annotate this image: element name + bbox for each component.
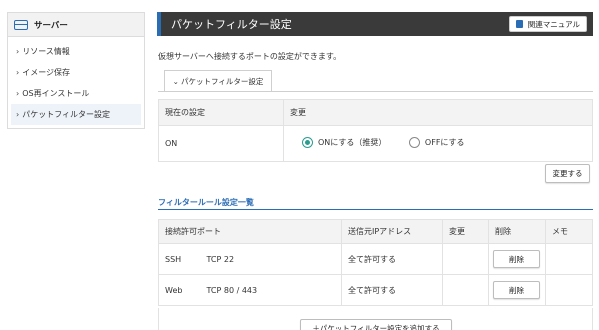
rule-memo: [545, 243, 593, 275]
radio-on-label: ONにする（推奨）: [318, 138, 387, 147]
rule-delete-cell: 削除: [488, 243, 546, 275]
add-filter-button[interactable]: ＋パケットフィルター設定を追加する: [300, 319, 452, 330]
chevron-right-icon: ›: [16, 47, 20, 56]
rules-table: 接続許可ポート 送信元IPアドレス 変更 削除 メモ SSH TCP 22 全て…: [158, 219, 593, 306]
sidebar-item-label: イメージ保存: [22, 68, 71, 77]
rule-edit-cell: [442, 274, 489, 306]
tab-divider: [158, 91, 593, 92]
manual-button-label: 関連マニュアル: [527, 19, 580, 29]
sidebar-header: サーバー: [8, 13, 144, 37]
sidebar: サーバー › リソース情報 › イメージ保存 › OS再インストール › パケッ…: [7, 12, 145, 129]
radio-off-label: OFFにする: [424, 138, 465, 147]
header-delete: 削除: [488, 219, 546, 244]
header-change: 変更: [283, 99, 593, 126]
change-button[interactable]: 変更する: [545, 164, 590, 183]
sidebar-item-label: パケットフィルター設定: [22, 110, 111, 119]
rule-port: TCP 80 / 443: [200, 274, 342, 306]
current-value: ON: [158, 125, 284, 162]
table-row: SSH TCP 22 全て許可する 削除: [158, 243, 593, 275]
chevron-down-icon: ⌄: [172, 77, 179, 86]
header-port: 接続許可ポート: [158, 219, 342, 244]
sidebar-item-label: リソース情報: [22, 47, 70, 56]
rule-source: 全て許可する: [341, 243, 443, 275]
current-settings-table: 現在の設定 変更 ON ONにする（推奨） OFFにする: [158, 99, 593, 162]
sidebar-item-label: OS再インストール: [22, 89, 90, 98]
radio-off-circle[interactable]: [408, 137, 420, 148]
rules-section-title: フィルタールール設定一覧: [158, 198, 254, 207]
rule-delete-cell: 削除: [488, 274, 546, 306]
page-description: 仮想サーバーへ接続するポートの設定ができます。: [158, 52, 342, 61]
rule-source: 全て許可する: [341, 274, 443, 306]
delete-button[interactable]: 削除: [493, 281, 540, 299]
rule-edit-cell: [442, 243, 489, 275]
header-memo: メモ: [545, 219, 593, 244]
sidebar-header-label: サーバー: [34, 20, 68, 31]
tab-packet-filter[interactable]: ⌄ パケットフィルター設定: [164, 70, 272, 92]
rule-name: SSH: [158, 243, 201, 275]
page-title: パケットフィルター設定: [171, 18, 292, 31]
page-title-bar: パケットフィルター設定 関連マニュアル: [157, 12, 593, 36]
chevron-right-icon: ›: [16, 89, 20, 98]
rule-name: Web: [158, 274, 201, 306]
rules-section-divider: [158, 209, 593, 210]
table-row: Web TCP 80 / 443 全て許可する 削除: [158, 274, 593, 306]
rule-port: TCP 22: [200, 243, 342, 275]
header-current: 現在の設定: [158, 99, 284, 126]
server-icon: [14, 19, 28, 30]
radio-on[interactable]: ONにする（推奨）: [302, 137, 386, 148]
sidebar-item-resource[interactable]: › リソース情報: [8, 41, 144, 62]
sidebar-item-image[interactable]: › イメージ保存: [8, 62, 144, 83]
chevron-right-icon: ›: [16, 68, 20, 77]
header-source-ip: 送信元IPアドレス: [341, 219, 443, 244]
book-icon: [515, 20, 523, 28]
rule-memo: [545, 274, 593, 306]
manual-button[interactable]: 関連マニュアル: [508, 16, 587, 32]
radio-on-circle[interactable]: [302, 137, 313, 148]
header-edit: 変更: [442, 219, 489, 244]
change-options: ONにする（推奨） OFFにする: [283, 125, 593, 162]
sidebar-item-os-reinstall[interactable]: › OS再インストール: [8, 83, 144, 104]
tab-label: パケットフィルター設定: [180, 77, 264, 86]
chevron-right-icon: ›: [16, 110, 20, 119]
radio-off[interactable]: OFFにする: [408, 137, 465, 148]
sidebar-item-packet-filter[interactable]: › パケットフィルター設定: [11, 104, 141, 125]
delete-button[interactable]: 削除: [493, 250, 540, 268]
